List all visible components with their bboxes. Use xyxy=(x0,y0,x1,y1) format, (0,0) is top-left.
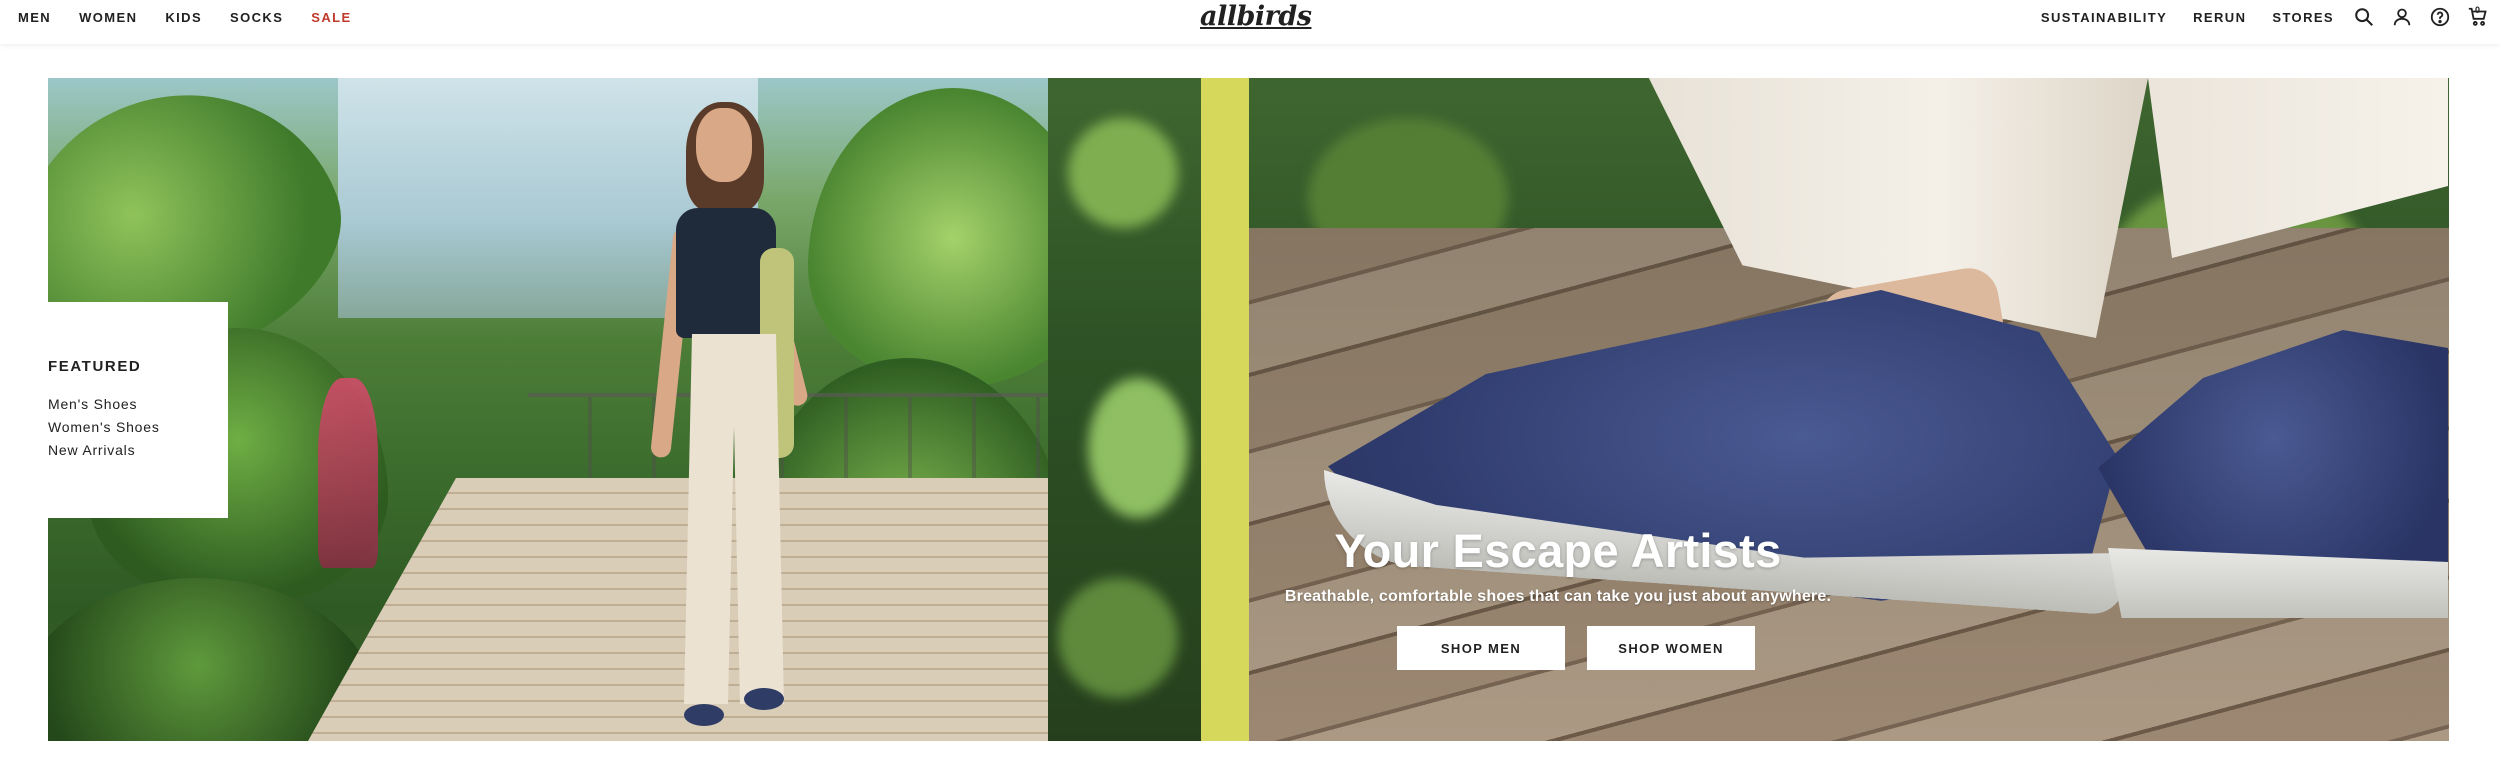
featured-link-new-arrivals[interactable]: New Arrivals xyxy=(48,439,228,462)
head xyxy=(696,108,752,182)
nav-sale[interactable]: SALE xyxy=(311,10,351,25)
bromeliad-plant xyxy=(318,378,378,568)
nav-women[interactable]: WOMEN xyxy=(79,10,137,25)
accent-stripe xyxy=(1201,78,1249,741)
primary-nav: MEN WOMEN KIDS SOCKS SALE xyxy=(18,0,380,34)
hero-copy: Your Escape Artists Breathable, comforta… xyxy=(1258,522,1858,670)
sneaker xyxy=(744,688,784,710)
trousers xyxy=(684,334,784,704)
nav-stores[interactable]: STORES xyxy=(2272,10,2334,25)
nav-rerun[interactable]: RERUN xyxy=(2193,10,2246,25)
hero-headline: Your Escape Artists xyxy=(1334,524,1782,577)
foliage-bokeh xyxy=(1058,578,1178,698)
secondary-nav: SUSTAINABILITY RERUN STORES 0 xyxy=(2041,0,2490,34)
nav-kids[interactable]: KIDS xyxy=(165,10,202,25)
model-figure xyxy=(648,102,810,738)
featured-heading: FEATURED xyxy=(48,358,142,375)
foliage-bokeh xyxy=(1088,378,1188,518)
cart-count-badge: 0 xyxy=(2475,5,2481,15)
shop-men-button[interactable]: SHOP MEN xyxy=(1397,626,1565,670)
nav-socks[interactable]: SOCKS xyxy=(230,10,283,25)
foliage-bokeh xyxy=(1068,118,1178,228)
search-icon[interactable] xyxy=(2352,5,2376,29)
brand-logo[interactable]: allbirds xyxy=(1200,1,1312,35)
shop-women-button[interactable]: SHOP WOMEN xyxy=(1587,626,1755,670)
foliage xyxy=(808,88,1048,388)
site-header: MEN WOMEN KIDS SOCKS SALE allbirds SUSTA… xyxy=(0,0,2500,44)
cart-icon[interactable]: 0 xyxy=(2466,5,2490,29)
sneaker xyxy=(684,704,724,726)
featured-link-womens-shoes[interactable]: Women's Shoes xyxy=(48,416,228,439)
featured-link-mens-shoes[interactable]: Men's Shoes xyxy=(48,393,228,416)
featured-card: FEATURED Men's Shoes Women's Shoes New A… xyxy=(48,302,228,518)
account-icon[interactable] xyxy=(2390,5,2414,29)
hero-subheadline: Breathable, comfortable shoes that can t… xyxy=(1284,588,1832,605)
nav-sustainability[interactable]: SUSTAINABILITY xyxy=(2041,10,2167,25)
nav-men[interactable]: MEN xyxy=(18,10,51,25)
hero-cta-group: SHOP MEN SHOP WOMEN xyxy=(1294,626,1858,670)
help-icon[interactable] xyxy=(2428,5,2452,29)
